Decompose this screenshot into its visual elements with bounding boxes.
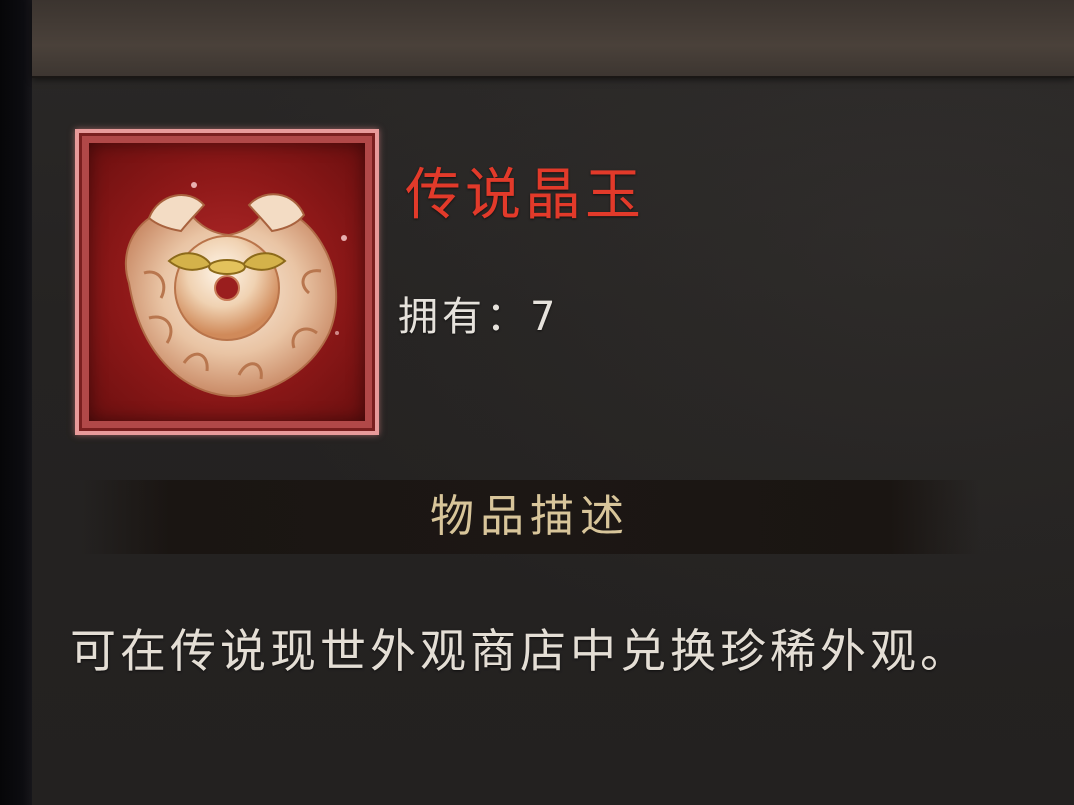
owned-count: 拥有：7 (398, 294, 560, 340)
jade-dragon-disc-icon (124, 182, 347, 397)
item-icon-frame (75, 129, 379, 435)
item-icon-background (89, 143, 365, 421)
window-left-edge (0, 0, 32, 805)
item-description: 可在传说现世外观商店中兑换珍稀外观。 (70, 624, 970, 678)
item-name: 传说晶玉 (405, 163, 645, 228)
description-header-title: 物品描述 (430, 491, 630, 542)
description-header: 物品描述 (80, 480, 980, 554)
panel-header-strip (32, 0, 1074, 78)
